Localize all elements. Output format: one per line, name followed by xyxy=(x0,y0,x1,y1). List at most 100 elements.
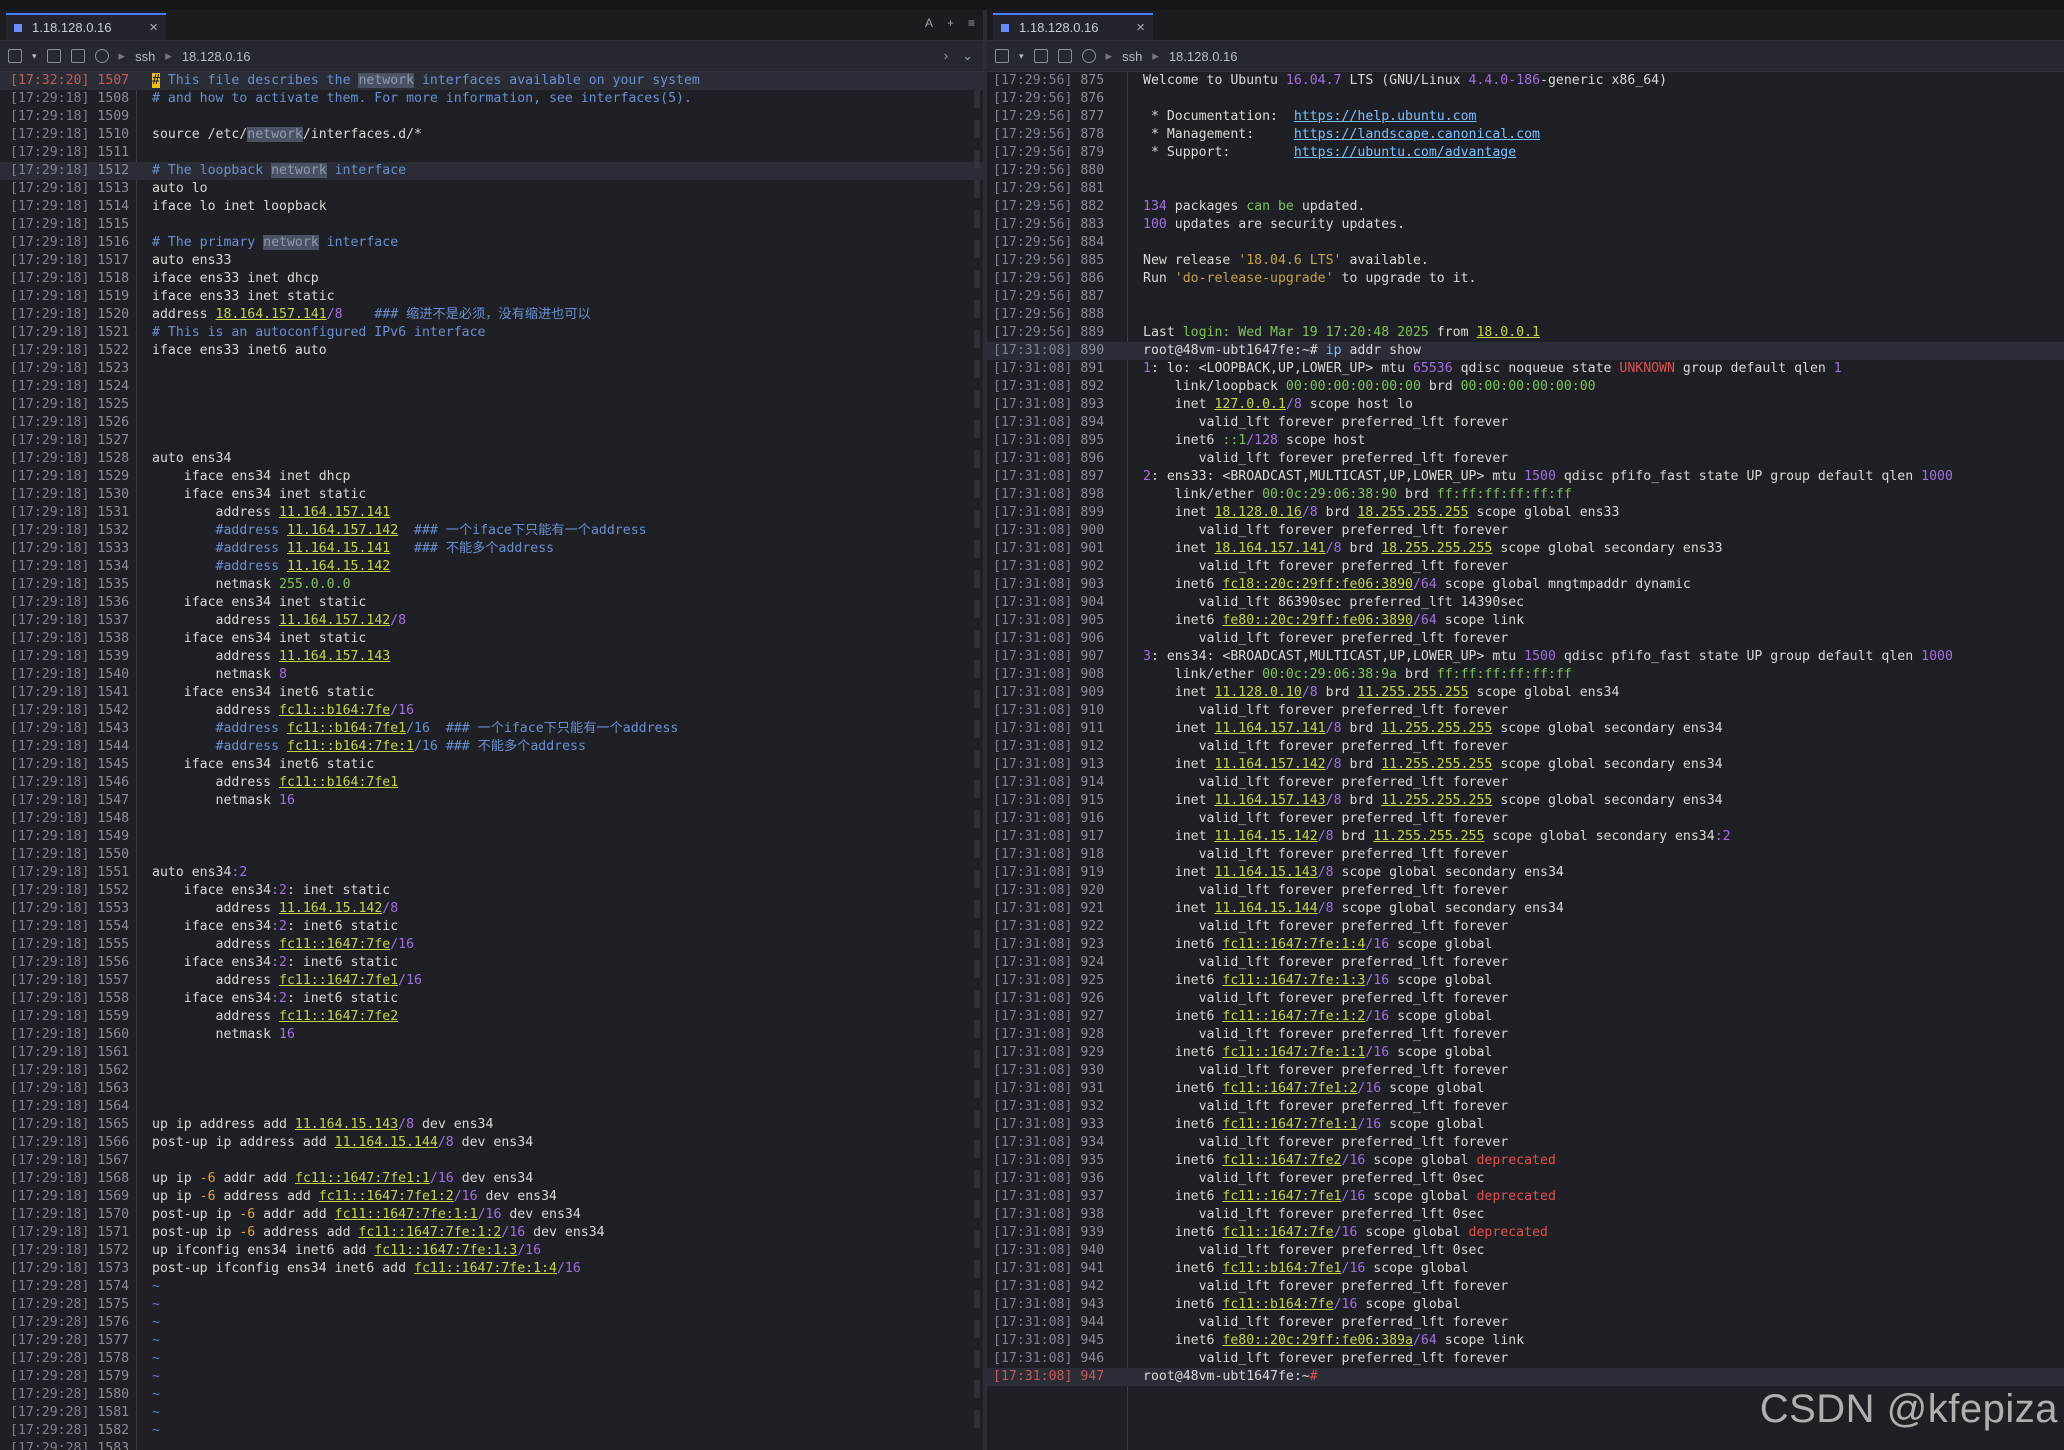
text-segment: :2 xyxy=(271,919,287,934)
line-text: up ip -6 address add fc11::1647:7fe1:2/1… xyxy=(136,1188,557,1206)
protocol-label: ssh xyxy=(135,48,156,64)
right-session-tab[interactable]: 1.18.128.0.16 × xyxy=(993,13,1153,40)
right-toolbar: ▾ ▸ ssh ▸ 18.128.0.16 xyxy=(987,41,2064,72)
line-gutter: [17:29:18] 1549 xyxy=(0,828,136,846)
scrollbar-minimap[interactable] xyxy=(974,90,980,1440)
line-gutter: [17:29:56] 883 xyxy=(987,216,1127,234)
timestamp: [17:29:18] xyxy=(10,217,90,232)
split-icon[interactable] xyxy=(1057,49,1072,63)
new-session-icon[interactable] xyxy=(995,49,1009,63)
line-gutter: [17:31:08] 915 xyxy=(987,792,1127,810)
text-segment: ### 一个iface下只能有一个address xyxy=(398,523,647,538)
timestamp: [17:29:56] xyxy=(993,289,1073,304)
text-segment: iface ens34 xyxy=(152,919,272,934)
chevron-down-icon[interactable]: ▾ xyxy=(32,51,37,62)
text-segment: /8 xyxy=(1325,757,1342,772)
line-gutter: [17:29:18] 1546 xyxy=(0,774,136,792)
line-text: inet 11.164.15.144/8 scope global second… xyxy=(1127,900,1564,918)
duplicate-icon[interactable] xyxy=(1033,49,1048,63)
line-gutter: [17:29:28] 1577 xyxy=(0,1332,136,1350)
line-text: inet6 fc11::1647:7fe1:1/16 scope global xyxy=(1127,1116,1485,1134)
line-number: 1531 xyxy=(89,505,130,520)
terminal-line: [17:31:08] 938 valid_lft forever preferr… xyxy=(987,1206,2064,1224)
menu-icon[interactable]: ≡ xyxy=(968,16,975,30)
line-gutter: [17:31:08] 923 xyxy=(987,936,1127,954)
text-segment: inet6 xyxy=(1143,577,1223,592)
terminal-line: [17:29:18] 1552 iface ens34:2: inet stat… xyxy=(0,882,983,900)
terminal-line: [17:29:18] 1550 xyxy=(0,846,983,864)
text-segment: ~ xyxy=(152,1315,160,1330)
line-number: 878 xyxy=(1072,127,1105,142)
terminal-line: [17:31:08] 920 valid_lft forever preferr… xyxy=(987,882,2064,900)
text-segment: https://landscape.canonical.com xyxy=(1293,127,1540,142)
left-terminal-output[interactable]: [17:32:20] 1507 # This file describes the… xyxy=(0,72,983,1450)
line-number: 1518 xyxy=(89,271,130,286)
text-segment xyxy=(152,559,216,574)
terminal-line: [17:31:08] 909 inet 11.128.0.10/8 brd 11… xyxy=(987,684,2064,702)
text-segment: brd xyxy=(1397,667,1437,682)
split-icon[interactable] xyxy=(70,49,85,63)
terminal-line: [17:29:18] 1508 # and how to activate the… xyxy=(0,90,983,108)
left-session-tab[interactable]: 1.18.128.0.16 × xyxy=(6,13,166,40)
line-text xyxy=(136,396,152,414)
line-text: valid_lft forever preferred_lft 0sec xyxy=(1127,1242,1485,1260)
text-segment: iface ens33 inet dhcp xyxy=(152,271,319,286)
terminal-line: [17:29:28] 1579 ~ xyxy=(0,1368,983,1386)
terminal-line: [17:31:08] 903 inet6 fc18::20c:29ff:fe06… xyxy=(987,576,2064,594)
text-segment: scope global xyxy=(1357,1297,1461,1312)
terminal-line: [17:29:18] 1554 iface ens34:2: inet6 sta… xyxy=(0,918,983,936)
timestamp: [17:31:08] xyxy=(993,613,1073,628)
text-segment: scope global xyxy=(1389,1045,1493,1060)
left-terminal-pane[interactable]: 1.18.128.0.16 × A + ≡ ▾ ▸ ssh ▸ 18.128.0… xyxy=(0,10,983,1450)
text-segment: deprecated xyxy=(1468,1225,1548,1240)
text-segment: #address xyxy=(215,721,287,736)
timestamp: [17:29:18] xyxy=(10,361,90,376)
right-terminal-pane[interactable]: 1.18.128.0.16 × ▾ ▸ ssh ▸ 18.128.0.16 [1… xyxy=(987,10,2064,1450)
text-segment: fc11::1647:7fe:1:2 xyxy=(1222,1009,1366,1024)
terminal-line: [17:29:18] 1533 #address 11.164.15.141 #… xyxy=(0,540,983,558)
line-text: 1: lo: <LOOPBACK,UP,LOWER_UP> mtu 65536 … xyxy=(1127,360,1842,378)
duplicate-icon[interactable] xyxy=(46,49,61,63)
text-segment: brd xyxy=(1317,685,1358,700)
text-segment: fe80::20c:29ff:fe06:389a xyxy=(1222,1333,1413,1348)
new-session-icon[interactable] xyxy=(8,49,22,63)
line-gutter: [17:29:28] 1583 xyxy=(0,1440,136,1450)
line-number: 1567 xyxy=(89,1153,130,1168)
left-tab-title: 1.18.128.0.16 xyxy=(32,20,112,35)
line-text: iface lo inet loopback xyxy=(136,198,327,216)
terminal-line: [17:31:08] 895 inet6 ::1/128 scope host xyxy=(987,432,2064,450)
add-tab-icon[interactable]: + xyxy=(947,16,954,30)
line-gutter: [17:29:18] 1544 xyxy=(0,738,136,756)
timestamp: [17:29:18] xyxy=(10,631,90,646)
line-text: #address 11.164.157.142 ### 一个iface下只能有一… xyxy=(136,522,647,540)
timestamp: [17:31:08] xyxy=(993,415,1073,430)
line-text xyxy=(136,414,152,432)
info-icon[interactable] xyxy=(1081,49,1096,63)
text-segment: 11.164.15.143 xyxy=(294,1117,399,1132)
line-gutter: [17:29:56] 877 xyxy=(987,108,1127,126)
line-text: inet6 fc11::1647:7fe2/16 scope global de… xyxy=(1127,1152,1556,1170)
timestamp: [17:29:18] xyxy=(10,307,90,322)
text-segment: brd xyxy=(1341,757,1382,772)
text-segment: valid_lft forever preferred_lft forever xyxy=(1143,811,1509,826)
text-segment: /16 xyxy=(406,721,446,736)
info-icon[interactable] xyxy=(94,49,109,63)
timestamp: [17:31:08] xyxy=(993,1009,1073,1024)
chevron-down-icon[interactable]: ▾ xyxy=(1019,51,1024,62)
terminal-line: [17:29:18] 1522 iface ens33 inet6 auto xyxy=(0,342,983,360)
timestamp: [17:31:08] xyxy=(993,847,1073,862)
timestamp: [17:29:18] xyxy=(10,1027,90,1042)
line-number: 899 xyxy=(1072,505,1105,520)
close-icon[interactable]: × xyxy=(149,19,158,36)
text-segment: : inet static xyxy=(286,883,391,898)
timestamp: [17:29:18] xyxy=(10,379,90,394)
line-text xyxy=(136,216,152,234)
line-gutter: [17:29:18] 1560 xyxy=(0,1026,136,1044)
line-gutter: [17:31:08] 934 xyxy=(987,1134,1127,1152)
close-icon[interactable]: × xyxy=(1136,19,1145,36)
chevron-down-icon[interactable]: ⌄ xyxy=(962,48,973,64)
chevron-right-icon[interactable]: › xyxy=(944,48,948,64)
right-terminal-output[interactable]: [17:29:56] 875 Welcome to Ubuntu 16.04.7 … xyxy=(987,72,2064,1450)
line-text: iface ens33 inet static xyxy=(136,288,335,306)
font-icon[interactable]: A xyxy=(925,16,933,30)
